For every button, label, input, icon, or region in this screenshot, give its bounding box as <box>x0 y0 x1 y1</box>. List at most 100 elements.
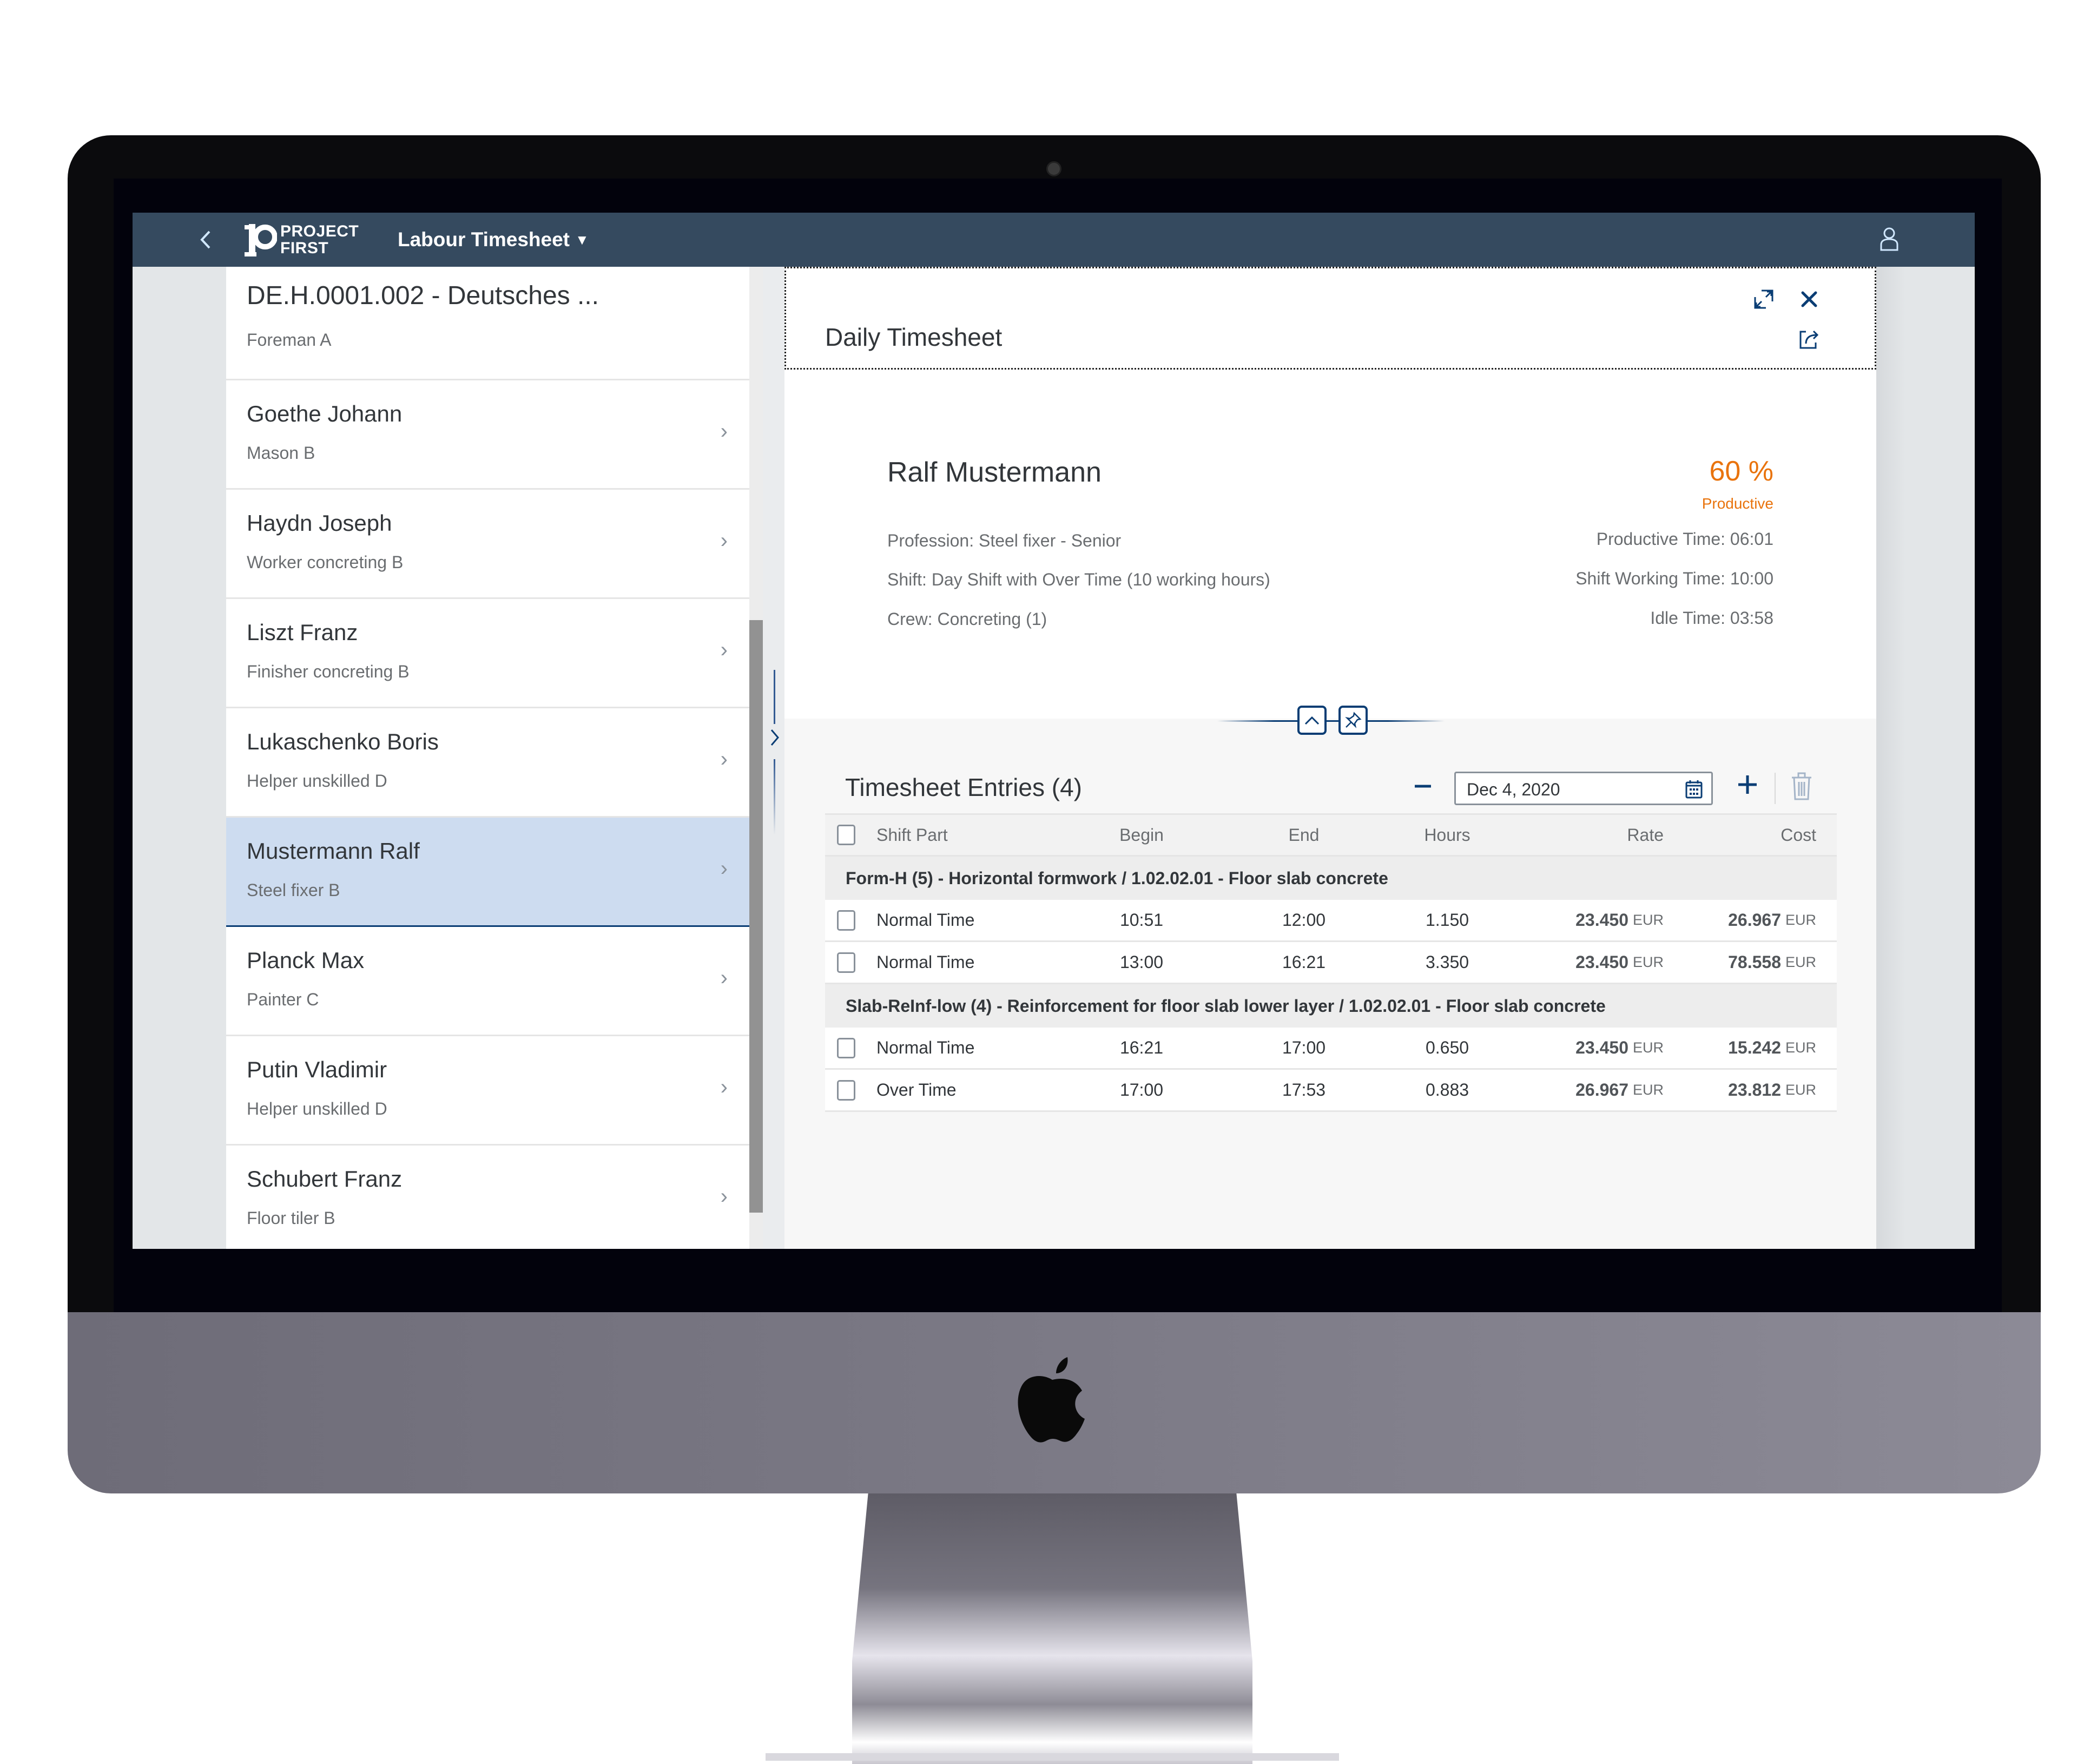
list-item-selected[interactable]: Mustermann Ralf Steel fixer B › <box>226 818 749 927</box>
chevron-right-icon: › <box>720 638 728 662</box>
monitor-stand-base <box>766 1753 1339 1761</box>
table-title: Timesheet Entries (4) <box>845 773 1082 801</box>
cell-cost: 23.812 EUR <box>1728 1070 1816 1110</box>
list-scrollbar-thumb[interactable] <box>749 620 763 1213</box>
rate-currency: EUR <box>1632 1039 1664 1056</box>
list-item-title: Lukaschenko Boris <box>247 729 439 754</box>
list-item-title: Haydn Joseph <box>247 510 392 536</box>
toolbar-separator <box>1775 773 1776 804</box>
date-picker[interactable]: Dec 4, 2020 <box>1454 772 1713 805</box>
close-icon <box>1801 291 1817 307</box>
layout-splitter[interactable] <box>763 267 784 1249</box>
right-background-margin <box>1876 267 1975 1249</box>
list-item-description: Helper unskilled D <box>247 771 387 791</box>
chevron-left-icon <box>200 231 210 249</box>
logo-mark-icon <box>245 224 277 256</box>
calendar-icon[interactable] <box>1685 779 1703 799</box>
pin-icon <box>1345 712 1362 728</box>
rate-amount: 23.450 <box>1575 1038 1628 1057</box>
list-item[interactable]: Haydn Joseph Worker concreting B › <box>226 490 749 599</box>
header-anchor-line <box>1217 720 1445 722</box>
list-item[interactable]: Lukaschenko Boris Helper unskilled D › <box>226 708 749 818</box>
table-row[interactable]: Normal Time 10:51 12:00 1.150 23.450 EUR … <box>825 900 1837 942</box>
cost-currency: EUR <box>1785 954 1816 970</box>
chevron-right-icon: › <box>720 966 728 990</box>
list-item-description: Helper unskilled D <box>247 1099 387 1118</box>
cell-hours: 0.650 <box>1425 1038 1469 1057</box>
cell-rate: 23.450 EUR <box>1575 900 1664 940</box>
row-checkbox[interactable] <box>837 952 855 973</box>
splitter-line <box>774 759 775 835</box>
list-item-title: Mustermann Ralf <box>247 838 420 864</box>
app-window: PROJECT FIRST Labour Timesheet ▼ DE.H.000… <box>133 213 1975 1249</box>
cell-hours: 1.150 <box>1425 910 1469 930</box>
list-item[interactable]: Planck Max Painter C › <box>226 927 749 1036</box>
list-item-title: Putin Vladimir <box>247 1057 387 1082</box>
chevron-up-icon <box>1304 716 1320 725</box>
table-row[interactable]: Normal Time 16:21 17:00 0.650 23.450 EUR … <box>825 1028 1837 1070</box>
attribute-crew: Crew: Concreting (1) <box>887 609 1047 629</box>
column-header-begin[interactable]: Begin <box>1096 815 1188 855</box>
chevron-right-icon <box>770 729 779 746</box>
collapse-header-button[interactable] <box>1297 706 1327 735</box>
camera-icon <box>1046 161 1061 176</box>
list-item[interactable]: Schubert Franz Floor tiler B › <box>226 1146 749 1249</box>
column-header-hours[interactable]: Hours <box>1393 815 1501 855</box>
user-profile-button[interactable] <box>1880 226 1899 252</box>
logo-text: PROJECT FIRST <box>280 223 359 256</box>
cell-rate: 26.967 EUR <box>1575 1070 1664 1110</box>
share-button[interactable] <box>1795 325 1824 354</box>
previous-day-button[interactable] <box>1407 770 1439 802</box>
list-item[interactable]: Putin Vladimir Helper unskilled D › <box>226 1036 749 1146</box>
column-header-cost[interactable]: Cost <box>1781 815 1816 855</box>
column-header-end[interactable]: End <box>1258 815 1350 855</box>
table-row[interactable]: Over Time 17:00 17:53 0.883 26.967 EUR 23… <box>825 1070 1837 1112</box>
cell-shift-part: Over Time <box>876 1080 957 1100</box>
cell-hours: 0.883 <box>1425 1080 1469 1100</box>
attribute-idle-time: Idle Time: 03:58 <box>1650 608 1773 628</box>
list-item-title: Goethe Johann <box>247 401 403 426</box>
close-button[interactable] <box>1795 285 1824 314</box>
minus-icon <box>1415 785 1431 788</box>
rate-currency: EUR <box>1632 912 1664 928</box>
logo-line-2: FIRST <box>280 239 329 257</box>
delete-entry-button[interactable] <box>1790 771 1814 801</box>
object-header: Ralf Mustermann 60 % Productive Professi… <box>784 370 1876 719</box>
cost-amount: 15.242 <box>1728 1038 1781 1057</box>
rate-currency: EUR <box>1632 1082 1664 1098</box>
select-all-checkbox[interactable] <box>837 825 855 845</box>
list-item-title: Liszt Franz <box>247 620 358 645</box>
back-button[interactable] <box>197 226 219 253</box>
row-checkbox[interactable] <box>837 1037 855 1058</box>
list-item[interactable]: Goethe Johann Mason B › <box>226 380 749 490</box>
column-header-shift-part[interactable]: Shift Part <box>876 815 948 855</box>
chevron-right-icon: › <box>720 419 728 443</box>
cell-cost: 15.242 EUR <box>1728 1028 1816 1068</box>
expand-master-button[interactable] <box>767 727 783 754</box>
cell-shift-part: Normal Time <box>876 910 975 930</box>
fullscreen-button[interactable] <box>1749 285 1778 314</box>
monitor-stand <box>852 1493 1252 1764</box>
chevron-right-icon: › <box>720 1075 728 1099</box>
app-title: Labour Timesheet <box>398 228 570 251</box>
attribute-productive-time: Productive Time: 06:01 <box>1596 529 1773 549</box>
pin-header-button[interactable] <box>1338 706 1368 735</box>
column-header-rate[interactable]: Rate <box>1627 815 1664 855</box>
row-checkbox[interactable] <box>837 910 855 931</box>
table-row[interactable]: Normal Time 13:00 16:21 3.350 23.450 EUR … <box>825 942 1837 984</box>
cell-begin: 10:51 <box>1119 910 1164 930</box>
list-item-title: Planck Max <box>247 947 365 973</box>
cost-amount: 26.967 <box>1728 910 1781 930</box>
project-title: DE.H.0001.002 - Deutsches ... <box>247 281 599 310</box>
caret-down-icon: ▼ <box>575 232 589 248</box>
project-first-logo[interactable]: PROJECT FIRST <box>243 222 373 258</box>
cell-rate: 23.450 EUR <box>1575 1028 1664 1068</box>
cell-rate: 23.450 EUR <box>1575 942 1664 983</box>
cell-shift-part: Normal Time <box>876 1038 975 1057</box>
add-entry-button[interactable] <box>1731 768 1764 801</box>
cost-amount: 78.558 <box>1728 952 1781 972</box>
list-item-title: Schubert Franz <box>247 1166 403 1192</box>
list-item[interactable]: Liszt Franz Finisher concreting B › <box>226 599 749 708</box>
row-checkbox[interactable] <box>837 1080 855 1101</box>
app-title-menu[interactable]: Labour Timesheet ▼ <box>398 227 589 253</box>
